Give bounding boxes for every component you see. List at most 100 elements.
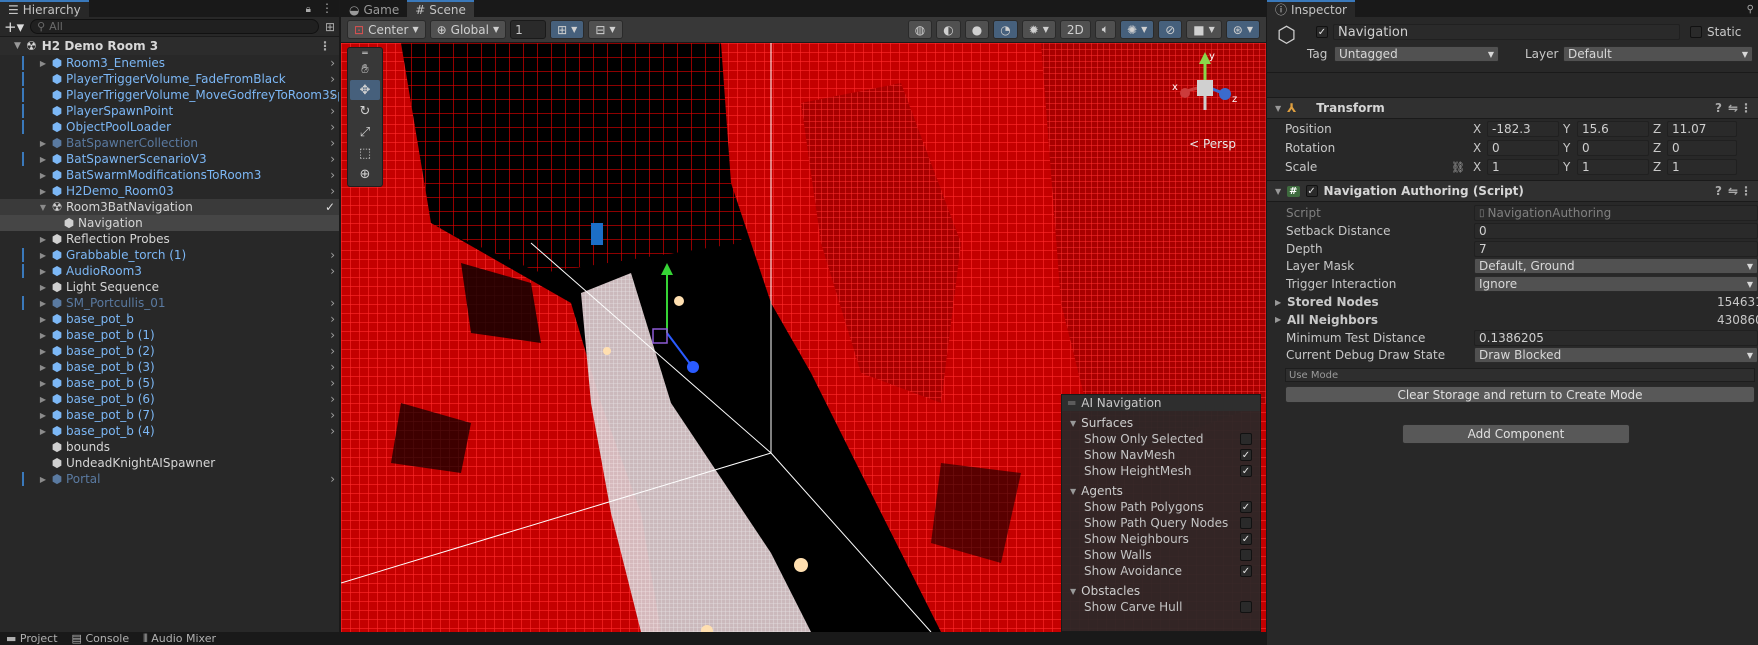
fold-closed-icon[interactable]: ▶ <box>38 155 48 164</box>
shaded-wireframe-button[interactable]: ◐ <box>936 20 961 39</box>
fold-closed-icon[interactable]: ▶ <box>38 187 48 196</box>
kebab-menu-icon[interactable]: ⋮ <box>315 1 339 17</box>
fold-closed-icon[interactable]: ▶ <box>38 347 48 356</box>
search-filter-icon[interactable]: ⊞ <box>325 20 335 34</box>
fold-open-icon[interactable]: ▼ <box>38 203 48 212</box>
tab-project[interactable]: ▬ Project <box>6 632 58 645</box>
lock-icon[interactable]: ⚲ <box>1743 4 1758 17</box>
camera-button[interactable]: ■ ▼ <box>1186 20 1222 39</box>
move-tool-icon[interactable]: ✥ <box>350 80 380 100</box>
ai-option-checkbox[interactable]: ✓ <box>1240 449 1252 461</box>
ai-option-checkbox[interactable] <box>1240 549 1252 561</box>
tab-audio-mixer[interactable]: ⫴ Audio Mixer <box>143 632 216 645</box>
tab-hierarchy[interactable]: ☰ Hierarchy <box>0 0 89 17</box>
depth-field[interactable]: 7 <box>1474 240 1758 257</box>
chevron-right-icon[interactable]: › <box>330 376 335 390</box>
ai-option-row[interactable]: Show Neighbours ✓ <box>1062 531 1260 547</box>
kebab-menu-icon[interactable]: ⋮ <box>1740 101 1752 115</box>
layer-dropdown[interactable]: Default ▼ <box>1563 46 1753 62</box>
toggle-2d-button[interactable]: 2D <box>1059 20 1091 39</box>
transform-header[interactable]: ▼ ⅄ Transform ? ⇋ ⋮ <box>1267 97 1758 119</box>
hierarchy-row[interactable]: ▶ ⬢ AudioRoom3 › <box>0 263 339 279</box>
chevron-right-icon[interactable]: › <box>330 472 335 486</box>
ai-option-row[interactable]: Show Avoidance ✓ <box>1062 563 1260 579</box>
ai-option-row[interactable]: Show Path Polygons ✓ <box>1062 499 1260 515</box>
chevron-right-icon[interactable]: › <box>330 104 335 118</box>
hierarchy-row[interactable]: ▶ ⬢ BatSpawnerScenarioV3 › <box>0 151 339 167</box>
kebab-menu-icon[interactable]: ⋮ <box>1740 184 1752 198</box>
add-icon[interactable]: +▾ <box>4 18 24 36</box>
hierarchy-row[interactable]: ⬢ Navigation <box>0 215 339 231</box>
render-debug-button[interactable]: ✹ ▼ <box>1021 20 1056 39</box>
ai-option-checkbox[interactable] <box>1240 433 1252 445</box>
position-y-field[interactable]: 15.6 <box>1577 121 1649 137</box>
ai-option-checkbox[interactable]: ✓ <box>1240 465 1252 477</box>
hierarchy-row[interactable]: ▶ ⬢ Grabbable_torch (1) › <box>0 247 339 263</box>
presets-icon[interactable]: ⇋ <box>1728 101 1738 115</box>
chevron-right-icon[interactable]: › <box>330 248 335 262</box>
fold-closed-icon[interactable]: ▶ <box>38 379 48 388</box>
kebab-menu-icon[interactable]: ⋮ <box>319 39 331 53</box>
hierarchy-row[interactable]: ⬢ ObjectPoolLoader › <box>0 119 339 135</box>
grid-snap-button[interactable]: ⊞ ▼ <box>550 20 585 39</box>
all-neighbors-fold-icon[interactable]: ▶ <box>1275 315 1281 324</box>
drag-handle-icon[interactable]: ═ <box>350 49 380 59</box>
chevron-right-icon[interactable]: › <box>330 168 335 182</box>
chevron-right-icon[interactable]: › <box>330 344 335 358</box>
ai-option-checkbox[interactable] <box>1240 601 1252 613</box>
orientation-gizmo-icon[interactable]: y x z <box>1170 48 1240 118</box>
space-dropdown[interactable]: ⊕ Global ▼ <box>429 20 507 39</box>
hierarchy-row[interactable]: ▶ ⬢ base_pot_b (7) › <box>0 407 339 423</box>
rotation-x-field[interactable]: 0 <box>1487 140 1559 156</box>
hierarchy-row[interactable]: ▶ ⬢ base_pot_b (5) › <box>0 375 339 391</box>
hierarchy-row[interactable]: ▶ ⬢ SM_Portcullis_01 › <box>0 295 339 311</box>
ai-section-header[interactable]: ▼ Obstacles <box>1062 583 1260 599</box>
hierarchy-row[interactable]: ▶ ⬢ BatSwarmModificationsToRoom3 › <box>0 167 339 183</box>
chevron-right-icon[interactable]: › <box>330 264 335 278</box>
chevron-right-icon[interactable]: › <box>330 360 335 374</box>
fold-closed-icon[interactable]: ▶ <box>38 395 48 404</box>
fold-closed-icon[interactable]: ▶ <box>38 315 48 324</box>
chevron-right-icon[interactable]: › <box>330 408 335 422</box>
chevron-right-icon[interactable]: › <box>330 312 335 326</box>
hierarchy-row[interactable]: ▶ ⬢ base_pot_b › <box>0 311 339 327</box>
fold-closed-icon[interactable]: ▶ <box>38 267 48 276</box>
chevron-right-icon[interactable]: › <box>330 392 335 406</box>
hierarchy-row[interactable]: ⬢ PlayerTriggerVolume_MoveGodfreyToRoom3S… <box>0 87 339 103</box>
fold-closed-icon[interactable]: ▶ <box>38 235 48 244</box>
projection-toggle[interactable]: < Persp <box>1189 137 1236 151</box>
hierarchy-row[interactable]: ▶ ⬢ Light Sequence <box>0 279 339 295</box>
fold-closed-icon[interactable]: ▶ <box>38 331 48 340</box>
fold-closed-icon[interactable]: ▶ <box>38 299 48 308</box>
hierarchy-row[interactable]: ⬢ bounds <box>0 439 339 455</box>
hierarchy-row[interactable]: ⬢ PlayerSpawnPoint › <box>0 103 339 119</box>
scene-viewport[interactable]: ═ ✋︎ ✥ ↻ ⤢ ⬚ ⊕ y x z < Persp ═ AI Naviga… <box>341 43 1266 632</box>
rect-tool-icon[interactable]: ⬚ <box>350 143 380 163</box>
chevron-right-icon[interactable]: › <box>330 424 335 438</box>
fold-closed-icon[interactable]: ▶ <box>38 363 48 372</box>
hierarchy-row[interactable]: ▶ ⬢ base_pot_b (6) › <box>0 391 339 407</box>
audio-button[interactable]: 🔈︎ <box>1094 20 1116 39</box>
object-name-field[interactable]: Navigation <box>1333 24 1680 40</box>
wireframe-button[interactable]: ◍ <box>907 20 933 39</box>
component-enabled-checkbox[interactable]: ✓ <box>1305 185 1318 197</box>
hierarchy-row[interactable]: ▶ ⬢ base_pot_b (3) › <box>0 359 339 375</box>
ai-option-checkbox[interactable]: ✓ <box>1240 533 1252 545</box>
trigger-interaction-dropdown[interactable]: Ignore ▼ <box>1474 276 1758 293</box>
hierarchy-row[interactable]: ▶ ⬢ base_pot_b (1) › <box>0 327 339 343</box>
help-icon[interactable]: ? <box>1715 101 1722 115</box>
chevron-right-icon[interactable]: › <box>330 328 335 342</box>
chevron-right-icon[interactable]: › <box>330 184 335 198</box>
fold-closed-icon[interactable]: ▶ <box>38 283 48 292</box>
chevron-right-icon[interactable]: › <box>330 152 335 166</box>
chevron-right-icon[interactable]: › <box>330 56 335 70</box>
hand-tool-icon[interactable]: ✋︎ <box>350 59 380 79</box>
ai-option-checkbox[interactable] <box>1240 517 1252 529</box>
shaded-button[interactable]: ● <box>964 20 990 39</box>
scale-x-field[interactable]: 1 <box>1487 159 1559 175</box>
stored-nodes-fold-icon[interactable]: ▶ <box>1275 298 1281 307</box>
ai-option-row[interactable]: Show Path Query Nodes <box>1062 515 1260 531</box>
fold-closed-icon[interactable]: ▶ <box>38 411 48 420</box>
scene-root-row[interactable]: ▼ ☢ H2 Demo Room 3 ⋮ <box>0 37 339 55</box>
fold-closed-icon[interactable]: ▶ <box>38 475 48 484</box>
